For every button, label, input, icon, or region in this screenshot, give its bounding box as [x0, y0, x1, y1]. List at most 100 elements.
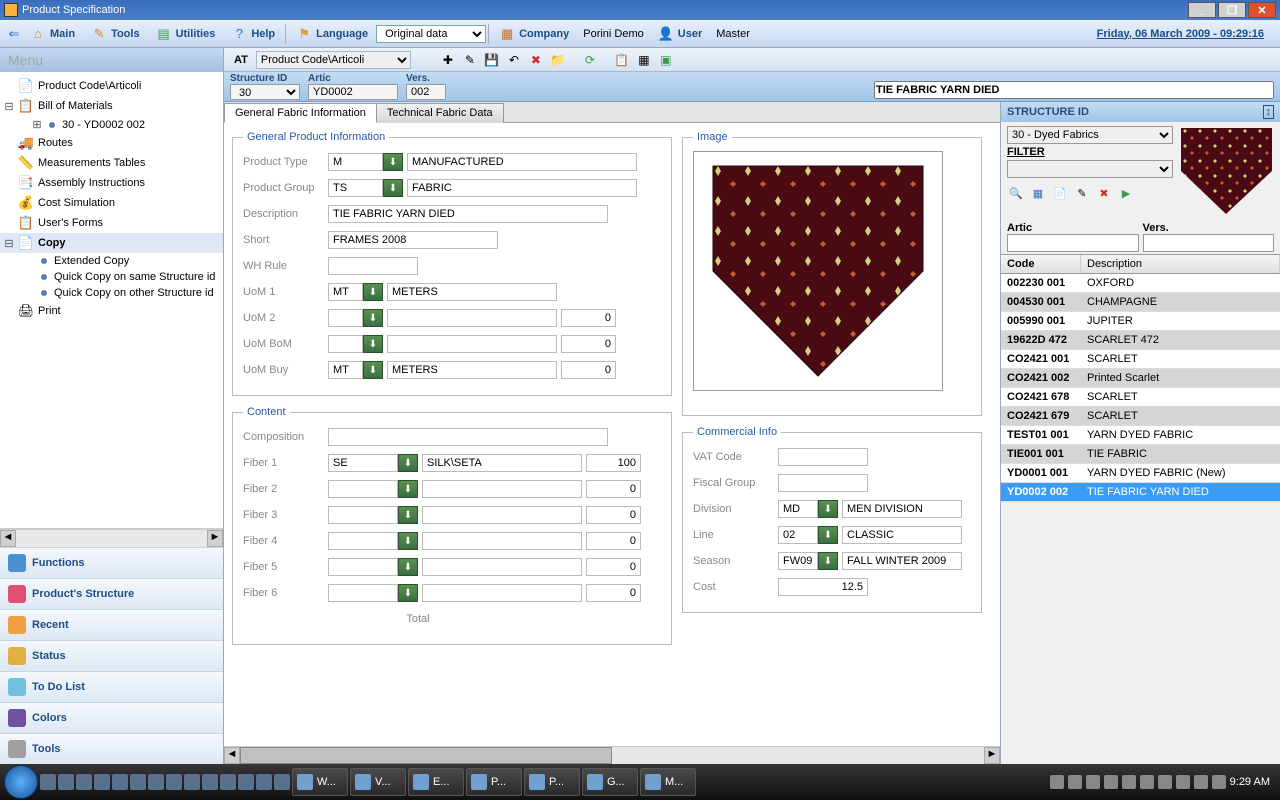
taskbar-item[interactable]: W... — [292, 768, 348, 796]
menu-main[interactable]: ⌂Main — [22, 26, 83, 42]
line-code[interactable] — [778, 526, 818, 544]
sb-structure[interactable]: Product's Structure — [0, 578, 223, 609]
rp-vers-input[interactable] — [1143, 234, 1275, 252]
grid-row[interactable]: 19622D 472SCARLET 472 — [1001, 331, 1280, 350]
vers-field[interactable] — [406, 84, 446, 100]
tray-icon[interactable] — [1086, 775, 1100, 789]
table-icon[interactable]: ▦ — [635, 51, 653, 69]
season-lookup-icon[interactable]: ⬇ — [818, 552, 838, 570]
menu-language[interactable]: ⚑Language — [288, 26, 376, 42]
grid-row[interactable]: 005990 001JUPITER — [1001, 312, 1280, 331]
tray-icon[interactable] — [1104, 775, 1118, 789]
season-desc[interactable] — [842, 552, 962, 570]
grid-row[interactable]: CO2421 679SCARLET — [1001, 407, 1280, 426]
f1-desc[interactable] — [422, 454, 582, 472]
f4-desc[interactable] — [422, 532, 582, 550]
back-icon[interactable]: ⇐ — [6, 26, 22, 42]
ptype-code[interactable] — [328, 153, 383, 171]
ql-icon[interactable] — [76, 774, 92, 790]
grid-row[interactable]: 002230 001OXFORD — [1001, 274, 1280, 293]
tree-product-code[interactable]: 📄Product Code\Articoli — [0, 76, 223, 96]
ptype-desc[interactable] — [407, 153, 637, 171]
sb-status[interactable]: Status — [0, 640, 223, 671]
line-desc[interactable] — [842, 526, 962, 544]
fiscal-input[interactable] — [778, 474, 868, 492]
refresh-icon[interactable]: ⟳ — [581, 51, 599, 69]
taskbar-item[interactable]: P... — [466, 768, 522, 796]
play-icon[interactable]: ▶ — [1117, 184, 1135, 202]
ql-icon[interactable] — [184, 774, 200, 790]
ptype-lookup-icon[interactable]: ⬇ — [383, 153, 403, 171]
tree-usersforms[interactable]: 📋User's Forms — [0, 213, 223, 233]
tree-measurements[interactable]: 📏Measurements Tables — [0, 153, 223, 173]
f2-code[interactable] — [328, 480, 398, 498]
doc-icon[interactable]: 📄 — [1051, 184, 1069, 202]
taskbar-item[interactable]: V... — [350, 768, 406, 796]
datetime-display[interactable]: Friday, 06 March 2009 - 09:29:16 — [1097, 28, 1274, 40]
menu-company[interactable]: ▦Company — [491, 26, 577, 42]
tree-quick-same[interactable]: Quick Copy on same Structure id — [0, 269, 223, 285]
pgroup-lookup-icon[interactable]: ⬇ — [383, 179, 403, 197]
tray-icon[interactable] — [1158, 775, 1172, 789]
col-desc[interactable]: Description — [1081, 255, 1280, 273]
uom1-code[interactable] — [328, 283, 363, 301]
sb-tools[interactable]: Tools — [0, 733, 223, 764]
tray-icon[interactable] — [1050, 775, 1064, 789]
uom2-code[interactable] — [328, 309, 363, 327]
clock[interactable]: 9:29 AM — [1230, 776, 1270, 788]
save-icon[interactable]: 💾 — [483, 51, 501, 69]
close-button[interactable]: ✕ — [1248, 2, 1276, 18]
season-code[interactable] — [778, 552, 818, 570]
ql-icon[interactable] — [130, 774, 146, 790]
menu-help[interactable]: ?Help — [223, 26, 283, 42]
ql-icon[interactable] — [256, 774, 272, 790]
composition-input[interactable] — [328, 428, 608, 446]
maximize-button[interactable]: ❐ — [1218, 2, 1246, 18]
col-code[interactable]: Code — [1001, 255, 1081, 273]
grid-row[interactable]: YD0001 001YARN DYED FABRIC (New) — [1001, 464, 1280, 483]
struct-id-field[interactable]: 30 — [230, 84, 300, 100]
division-desc[interactable] — [842, 500, 962, 518]
vat-input[interactable] — [778, 448, 868, 466]
uombuy-code[interactable] — [328, 361, 363, 379]
tree-quick-other[interactable]: Quick Copy on other Structure id — [0, 285, 223, 301]
tab-general[interactable]: General Fabric Information — [224, 103, 377, 123]
ql-icon[interactable] — [112, 774, 128, 790]
desc-field[interactable] — [874, 81, 1274, 99]
whrule-input[interactable] — [328, 257, 418, 275]
uombom-val[interactable] — [561, 335, 616, 353]
rp-artic-input[interactable] — [1007, 234, 1139, 252]
artic-field[interactable] — [308, 84, 398, 100]
ql-icon[interactable] — [40, 774, 56, 790]
f3-lookup-icon[interactable]: ⬇ — [398, 506, 418, 524]
f3-code[interactable] — [328, 506, 398, 524]
pgroup-desc[interactable] — [407, 179, 637, 197]
menu-tools[interactable]: ✎Tools — [83, 26, 148, 42]
uombuy-desc[interactable] — [387, 361, 557, 379]
f4-lookup-icon[interactable]: ⬇ — [398, 532, 418, 550]
uombom-code[interactable] — [328, 335, 363, 353]
description-input[interactable] — [328, 205, 608, 223]
f5-lookup-icon[interactable]: ⬇ — [398, 558, 418, 576]
grid-row[interactable]: CO2421 001SCARLET — [1001, 350, 1280, 369]
tray-icon[interactable] — [1068, 775, 1082, 789]
division-lookup-icon[interactable]: ⬇ — [818, 500, 838, 518]
taskbar-item[interactable]: E... — [408, 768, 464, 796]
f4-val[interactable] — [586, 532, 641, 550]
line-lookup-icon[interactable]: ⬇ — [818, 526, 838, 544]
tree-print[interactable]: 🖨Print — [0, 301, 223, 321]
edit-icon[interactable]: ✎ — [461, 51, 479, 69]
f2-lookup-icon[interactable]: ⬇ — [398, 480, 418, 498]
grid-row[interactable]: CO2421 002Printed Scarlet — [1001, 369, 1280, 388]
pgroup-code[interactable] — [328, 179, 383, 197]
ql-icon[interactable] — [202, 774, 218, 790]
sb-todo[interactable]: To Do List — [0, 671, 223, 702]
ql-icon[interactable] — [58, 774, 74, 790]
f5-desc[interactable] — [422, 558, 582, 576]
menu-utilities[interactable]: ▤Utilities — [148, 26, 224, 42]
minimize-button[interactable]: _ — [1188, 2, 1216, 18]
f3-desc[interactable] — [422, 506, 582, 524]
tree-extended-copy[interactable]: Extended Copy — [0, 253, 223, 269]
new-icon[interactable]: ✚ — [439, 51, 457, 69]
tray-icon[interactable] — [1122, 775, 1136, 789]
